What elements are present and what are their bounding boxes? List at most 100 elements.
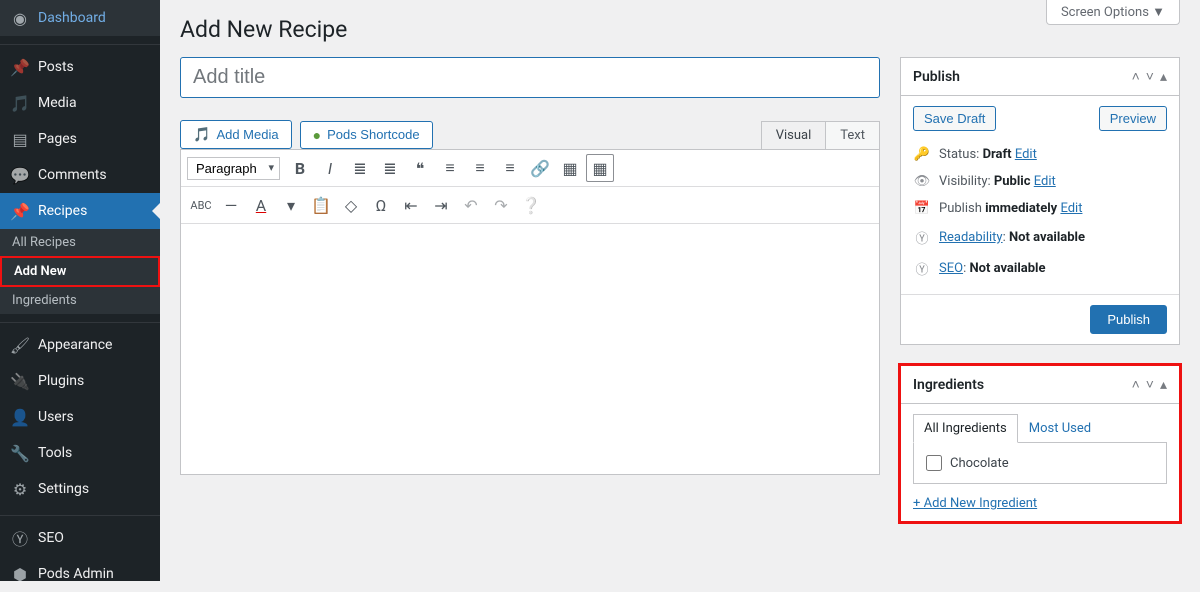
clear-format-icon[interactable]: ◇ xyxy=(337,191,365,219)
submenu-all-recipes[interactable]: All Recipes xyxy=(0,229,160,256)
pin-icon: 📌 xyxy=(10,57,30,77)
quote-icon[interactable]: ❝ xyxy=(406,154,434,182)
ul-icon[interactable]: ≣ xyxy=(346,154,374,182)
status-line: 🔑Status: Draft Edit xyxy=(913,141,1167,168)
format-select[interactable]: Paragraph xyxy=(187,157,280,180)
ol-icon[interactable]: ≣ xyxy=(376,154,404,182)
chevron-down-icon[interactable]: ˅ xyxy=(1146,68,1154,85)
italic-icon[interactable]: I xyxy=(316,154,344,182)
readability-link[interactable]: Readability xyxy=(939,230,1003,245)
seo-line: ⓎSEO: Not available xyxy=(913,253,1167,284)
align-left-icon[interactable]: ≡ xyxy=(436,154,464,182)
ingredients-metabox: Ingredients ˄ ˅ ▴ All Ingredients Most U… xyxy=(900,365,1180,522)
tab-all-ingredients[interactable]: All Ingredients xyxy=(913,414,1018,443)
align-right-icon[interactable]: ≡ xyxy=(496,154,524,182)
sidebar-item-appearance[interactable]: 🖌Appearance xyxy=(0,327,160,363)
submenu-add-new[interactable]: Add New xyxy=(0,256,160,287)
help-icon[interactable]: ❔ xyxy=(517,191,545,219)
bold-icon[interactable]: B xyxy=(286,154,314,182)
edit-visibility-link[interactable]: Edit xyxy=(1034,174,1056,189)
ingredient-checkbox[interactable] xyxy=(926,455,942,471)
seo-link[interactable]: SEO xyxy=(939,261,963,276)
undo-icon[interactable]: ↶ xyxy=(457,191,485,219)
editor-toolbar-row-2: ABC — A ▾ 📋 ◇ Ω ⇤ ⇥ ↶ ↷ ❔ xyxy=(181,187,879,224)
outdent-icon[interactable]: ⇤ xyxy=(397,191,425,219)
sidebar-item-pages[interactable]: ▤ Pages xyxy=(0,121,160,157)
dashboard-icon: ◉ xyxy=(10,8,30,28)
main-content: Screen Options ▼ Add New Recipe 🎵Add Med… xyxy=(160,0,1200,581)
screen-options-button[interactable]: Screen Options ▼ xyxy=(1046,0,1180,25)
sidebar-item-comments[interactable]: 💬 Comments xyxy=(0,157,160,193)
textcolor-icon[interactable]: A xyxy=(247,191,275,219)
sidebar-label: Appearance xyxy=(38,337,112,353)
sidebar-label: Recipes xyxy=(38,203,87,219)
yoast-icon: Ⓨ xyxy=(913,228,931,247)
toolbar-toggle-icon[interactable]: ▦ xyxy=(586,154,614,182)
edit-status-link[interactable]: Edit xyxy=(1015,147,1037,162)
submenu-ingredients[interactable]: Ingredients xyxy=(0,287,160,314)
sidebar-item-settings[interactable]: ⚙ Settings xyxy=(0,471,160,507)
sidebar-item-plugins[interactable]: 🔌 Plugins xyxy=(0,363,160,399)
editor-tab-text[interactable]: Text xyxy=(826,121,880,149)
media-icon: 🎵 xyxy=(10,93,30,113)
sidebar-item-posts[interactable]: 📌Posts xyxy=(0,49,160,85)
chevron-down-icon[interactable]: ˅ xyxy=(1146,376,1154,393)
special-char-icon[interactable]: Ω xyxy=(367,191,395,219)
sidebar-item-tools[interactable]: 🔧 Tools xyxy=(0,435,160,471)
sidebar-item-recipes[interactable]: 📌 Recipes xyxy=(0,193,160,229)
sidebar-label: Tools xyxy=(38,445,72,461)
sidebar-item-media[interactable]: 🎵 Media xyxy=(0,85,160,121)
hr-icon[interactable]: — xyxy=(217,191,245,219)
sidebar-label: Comments xyxy=(38,167,107,183)
pin-icon: 📌 xyxy=(10,201,30,221)
caret-up-icon[interactable]: ▴ xyxy=(1160,377,1167,393)
pods-badge-icon: ● xyxy=(313,127,321,143)
ingredient-item[interactable]: Chocolate xyxy=(926,455,1154,471)
sidebar-item-seo[interactable]: ⓎSEO xyxy=(0,520,160,556)
add-new-ingredient-link[interactable]: + Add New Ingredient xyxy=(913,496,1037,511)
link-icon[interactable]: 🔗 xyxy=(526,154,554,182)
chevron-up-icon[interactable]: ˄ xyxy=(1132,68,1140,85)
sidebar-label: Plugins xyxy=(38,373,84,389)
chevron-down-icon[interactable]: ▾ xyxy=(277,191,305,219)
caret-up-icon[interactable]: ▴ xyxy=(1160,69,1167,85)
strikethrough-icon[interactable]: ABC xyxy=(187,191,215,219)
preview-button[interactable]: Preview xyxy=(1099,106,1167,131)
align-center-icon[interactable]: ≡ xyxy=(466,154,494,182)
add-media-button[interactable]: 🎵Add Media xyxy=(180,120,292,149)
plug-icon: 🔌 xyxy=(10,371,30,391)
tab-most-used[interactable]: Most Used xyxy=(1018,414,1102,443)
editor-canvas[interactable] xyxy=(181,224,879,474)
edit-schedule-link[interactable]: Edit xyxy=(1060,201,1082,216)
wrench-icon: 🔧 xyxy=(10,443,30,463)
chevron-up-icon[interactable]: ˄ xyxy=(1132,376,1140,393)
yoast-icon: Ⓨ xyxy=(913,259,931,278)
sidebar-item-pods[interactable]: ⬢Pods Admin xyxy=(0,556,160,592)
button-label: Add Media xyxy=(216,127,278,142)
key-icon: 🔑 xyxy=(913,147,931,162)
sliders-icon: ⚙ xyxy=(10,479,30,499)
comment-icon: 💬 xyxy=(10,165,30,185)
sidebar-label: Media xyxy=(38,95,77,111)
admin-sidebar: ◉Dashboard 📌Posts 🎵 Media ▤ Pages 💬 Comment… xyxy=(0,0,160,581)
user-icon: 👤 xyxy=(10,407,30,427)
title-input[interactable] xyxy=(180,57,880,98)
page-icon: ▤ xyxy=(10,129,30,149)
sidebar-item-users[interactable]: 👤Users xyxy=(0,399,160,435)
paste-icon[interactable]: 📋 xyxy=(307,191,335,219)
readmore-icon[interactable]: ▦ xyxy=(556,154,584,182)
publish-button[interactable]: Publish xyxy=(1090,305,1167,334)
editor-tab-visual[interactable]: Visual xyxy=(761,121,827,149)
yoast-icon: Ⓨ xyxy=(10,528,30,548)
sidebar-label: Settings xyxy=(38,481,89,497)
save-draft-button[interactable]: Save Draft xyxy=(913,106,996,131)
indent-icon[interactable]: ⇥ xyxy=(427,191,455,219)
calendar-icon: 📅 xyxy=(913,201,931,216)
sidebar-label: Pages xyxy=(38,131,77,147)
visibility-line: 👁Visibility: Public Edit xyxy=(913,168,1167,195)
button-label: Pods Shortcode xyxy=(327,127,420,142)
sidebar-label: Pods Admin xyxy=(38,566,114,582)
redo-icon[interactable]: ↷ xyxy=(487,191,515,219)
pods-shortcode-button[interactable]: ● Pods Shortcode xyxy=(300,121,433,149)
sidebar-item-dashboard[interactable]: ◉Dashboard xyxy=(0,0,160,36)
